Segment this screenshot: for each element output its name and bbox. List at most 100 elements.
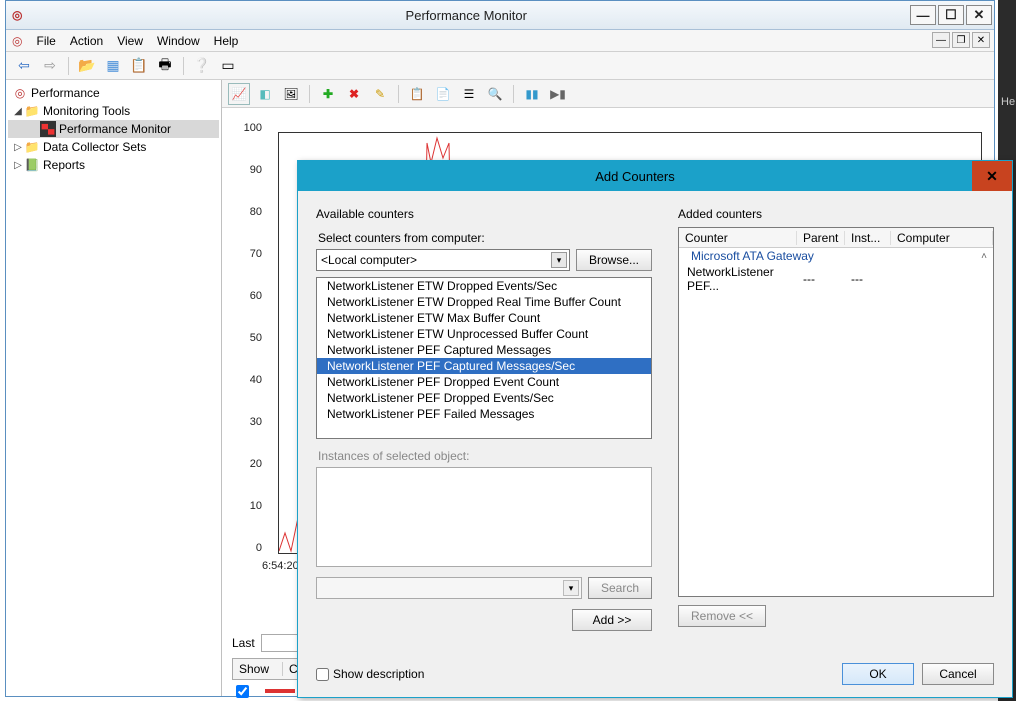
added-counter-row[interactable]: NetworkListener PEF... --- --- [679, 264, 993, 294]
y-axis: 100 90 80 70 60 50 40 30 20 10 0 [236, 128, 266, 544]
perf-root-icon: ◎ [12, 85, 28, 101]
menu-view[interactable]: View [117, 34, 143, 48]
app-icon: ◎ [12, 8, 22, 22]
remove-button[interactable]: Remove << [678, 605, 766, 627]
counter-list-item[interactable]: NetworkListener PEF Failed Messages [317, 406, 651, 422]
box-icon[interactable]: ◧ [254, 83, 276, 105]
zoom-icon[interactable]: 🔍 [484, 83, 506, 105]
extra-icon[interactable]: ▭ [218, 56, 238, 76]
col-parent[interactable]: Parent [797, 231, 845, 245]
counter-list-item[interactable]: NetworkListener PEF Captured Messages/Se… [317, 358, 651, 374]
dialog-titlebar: Add Counters ✕ [298, 161, 1012, 191]
y-tick: 20 [234, 458, 262, 470]
added-counters-label: Added counters [678, 207, 994, 221]
help-icon[interactable]: ❔ [192, 56, 212, 76]
counter-list-item[interactable]: NetworkListener PEF Captured Messages [317, 342, 651, 358]
folder-icon: 📁 [24, 103, 40, 119]
view-chart-icon[interactable]: 📈 [228, 83, 250, 105]
print-icon[interactable]: 🖶 [155, 56, 175, 76]
dialog-title: Add Counters [298, 169, 972, 184]
mdi-minimize[interactable]: — [932, 32, 950, 48]
update-icon[interactable]: ▶▮ [547, 83, 569, 105]
counter-list-item[interactable]: NetworkListener PEF Dropped Events/Sec [317, 390, 651, 406]
dialog-close-button[interactable]: ✕ [972, 161, 1012, 191]
col-computer[interactable]: Computer [891, 231, 993, 245]
computer-combo-value: <Local computer> [321, 253, 417, 267]
cancel-button[interactable]: Cancel [922, 663, 994, 685]
chart-toolbar: 📈 ◧ 🖼 ✚ ✖ ✎ 📋 📄 ☰ 🔍 ▮▮ ▶▮ [222, 80, 994, 108]
open-icon[interactable]: 📂 [77, 56, 97, 76]
y-tick: 50 [234, 332, 262, 344]
menu-window[interactable]: Window [157, 34, 200, 48]
show-description-checkbox[interactable] [316, 668, 329, 681]
y-tick: 10 [234, 500, 262, 512]
added-group-row[interactable]: Microsoft ATA Gateway ˄ [679, 248, 993, 264]
tree-data-collector-sets[interactable]: ▷ 📁 Data Collector Sets [8, 138, 219, 156]
freeze-icon[interactable]: ▮▮ [521, 83, 543, 105]
counter-list-item[interactable]: NetworkListener ETW Dropped Events/Sec [317, 278, 651, 294]
back-icon[interactable]: ⇦ [14, 56, 34, 76]
add-counters-dialog: Add Counters ✕ Available counters Select… [297, 160, 1013, 698]
minimize-button[interactable]: — [910, 5, 936, 25]
instances-listbox[interactable] [316, 467, 652, 567]
search-button[interactable]: Search [588, 577, 652, 599]
copy-chart-icon[interactable]: 📋 [406, 83, 428, 105]
add-icon[interactable]: ✚ [317, 83, 339, 105]
menu-action[interactable]: Action [70, 34, 103, 48]
last-label: Last [232, 636, 255, 650]
counter-list-item[interactable]: NetworkListener ETW Dropped Real Time Bu… [317, 294, 651, 310]
paste-icon[interactable]: 📄 [432, 83, 454, 105]
forward-icon[interactable]: ⇨ [40, 56, 60, 76]
available-counters-label: Available counters [316, 207, 652, 221]
col-counter[interactable]: Counter [679, 231, 797, 245]
ok-button[interactable]: OK [842, 663, 914, 685]
tree-pane: ◎ Performance ◢ 📁 Monitoring Tools ▀▄ Pe… [6, 80, 222, 696]
mdi-close[interactable]: ✕ [972, 32, 990, 48]
col-inst[interactable]: Inst... [845, 231, 891, 245]
tree-root-label: Performance [31, 86, 100, 100]
chevron-down-icon[interactable]: ▾ [563, 580, 579, 596]
collapse-icon[interactable]: ◢ [12, 106, 24, 117]
browse-button[interactable]: Browse... [576, 249, 652, 271]
select-computer-label: Select counters from computer: [318, 231, 652, 245]
expand-icon[interactable]: ▷ [12, 160, 24, 171]
copy-icon[interactable]: 📋 [129, 56, 149, 76]
image-icon[interactable]: 🖼 [280, 83, 302, 105]
view-icon[interactable]: ▦ [103, 56, 123, 76]
delete-icon[interactable]: ✖ [343, 83, 365, 105]
chevron-down-icon[interactable]: ▾ [551, 252, 567, 268]
menu-help[interactable]: Help [214, 34, 239, 48]
legend-show-checkbox[interactable] [236, 685, 249, 698]
counter-list-item[interactable]: NetworkListener ETW Max Buffer Count [317, 310, 651, 326]
menu-file[interactable]: File [36, 34, 55, 48]
y-tick: 80 [234, 206, 262, 218]
y-tick: 90 [234, 164, 262, 176]
highlight-icon[interactable]: ✎ [369, 83, 391, 105]
col-show[interactable]: Show [233, 662, 283, 676]
tree-monitoring-tools[interactable]: ◢ 📁 Monitoring Tools [8, 102, 219, 120]
counter-list-item[interactable]: NetworkListener ETW Unprocessed Buffer C… [317, 326, 651, 342]
counter-list-item[interactable]: NetworkListener PEF Dropped Event Count [317, 374, 651, 390]
expand-icon[interactable]: ▷ [12, 142, 24, 153]
added-counters-table: Counter Parent Inst... Computer Microsof… [678, 227, 994, 597]
show-description-row[interactable]: Show description [316, 667, 424, 681]
search-combo[interactable]: ▾ [316, 577, 582, 599]
perfmon-icon: ▀▄ [40, 121, 56, 137]
properties-icon[interactable]: ☰ [458, 83, 480, 105]
chevron-up-icon[interactable]: ˄ [981, 251, 987, 262]
report-icon: 📗 [24, 157, 40, 173]
maximize-button[interactable]: ☐ [938, 5, 964, 25]
tree-root[interactable]: ◎ Performance [8, 84, 219, 102]
counter-listbox[interactable]: NetworkListener ETW Dropped Events/SecNe… [316, 277, 652, 439]
tree-performance-monitor[interactable]: ▀▄ Performance Monitor [8, 120, 219, 138]
computer-combo[interactable]: <Local computer> ▾ [316, 249, 570, 271]
tree-reports[interactable]: ▷ 📗 Reports [8, 156, 219, 174]
y-tick: 40 [234, 374, 262, 386]
right-strip-label: He [1001, 96, 1015, 108]
added-group-label: Microsoft ATA Gateway [685, 249, 814, 263]
add-button[interactable]: Add >> [572, 609, 652, 631]
tree-reports-label: Reports [43, 158, 85, 172]
y-tick: 100 [234, 122, 262, 134]
mdi-restore[interactable]: ❐ [952, 32, 970, 48]
close-button[interactable]: ✕ [966, 5, 992, 25]
